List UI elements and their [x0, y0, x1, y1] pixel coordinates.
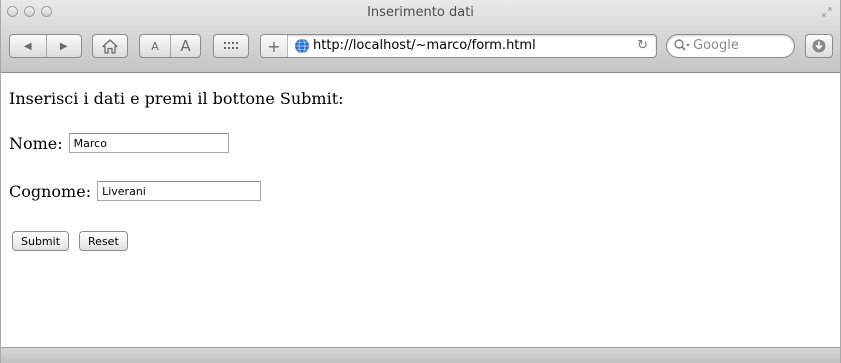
nome-label: Nome: — [9, 133, 63, 153]
nome-input[interactable] — [68, 133, 229, 153]
submit-button[interactable]: Submit — [12, 231, 70, 251]
back-icon: ◀ — [23, 40, 32, 52]
back-button[interactable]: ◀ — [10, 35, 46, 57]
top-sites-button[interactable] — [213, 34, 249, 58]
text-size-group: A A — [139, 34, 201, 58]
home-button[interactable] — [92, 34, 128, 58]
cognome-row: Cognome: — [9, 181, 262, 201]
window-title: Inserimento dati — [367, 5, 474, 20]
text-smaller-button[interactable]: A — [140, 35, 170, 57]
plus-icon: + — [267, 36, 281, 56]
search-field[interactable]: Google — [666, 34, 795, 58]
fullscreen-icon[interactable] — [822, 7, 832, 17]
magnifier-icon[interactable] — [673, 38, 691, 54]
status-bar — [1, 347, 840, 363]
home-icon — [102, 38, 118, 54]
fullscreen-icon-graphic — [822, 7, 832, 17]
text-larger-label: A — [180, 37, 191, 55]
forward-icon: ▶ — [59, 40, 68, 52]
globe-icon — [295, 38, 309, 54]
reload-icon[interactable]: ↻ — [637, 38, 648, 53]
search-placeholder: Google — [693, 38, 739, 53]
browser-window: Inserimento dati ◀ ▶ A A + http://localh… — [0, 0, 841, 363]
form-buttons: Submit Reset — [12, 231, 128, 251]
reset-button[interactable]: Reset — [79, 231, 128, 251]
cognome-label: Cognome: — [9, 181, 92, 201]
downloads-button[interactable] — [805, 34, 833, 58]
grid-icon — [224, 42, 238, 49]
cognome-input[interactable] — [97, 181, 262, 201]
browser-toolbar: Inserimento dati ◀ ▶ A A + http://localh… — [1, 0, 840, 73]
text-smaller-label: A — [151, 39, 159, 53]
url-text[interactable]: http://localhost/~marco/form.html — [313, 38, 536, 53]
downloads-icon — [812, 39, 826, 53]
forward-button[interactable]: ▶ — [45, 35, 82, 57]
back-forward-group: ◀ ▶ — [9, 34, 82, 58]
nome-row: Nome: — [9, 133, 229, 153]
add-bookmark-button[interactable]: + — [261, 35, 288, 57]
page-content: Inserisci i dati e premi il bottone Subm… — [1, 73, 840, 347]
instructions-text: Inserisci i dati e premi il bottone Subm… — [9, 89, 344, 108]
address-bar[interactable]: + http://localhost/~marco/form.html ↻ — [260, 34, 657, 58]
text-larger-button[interactable]: A — [169, 35, 200, 57]
